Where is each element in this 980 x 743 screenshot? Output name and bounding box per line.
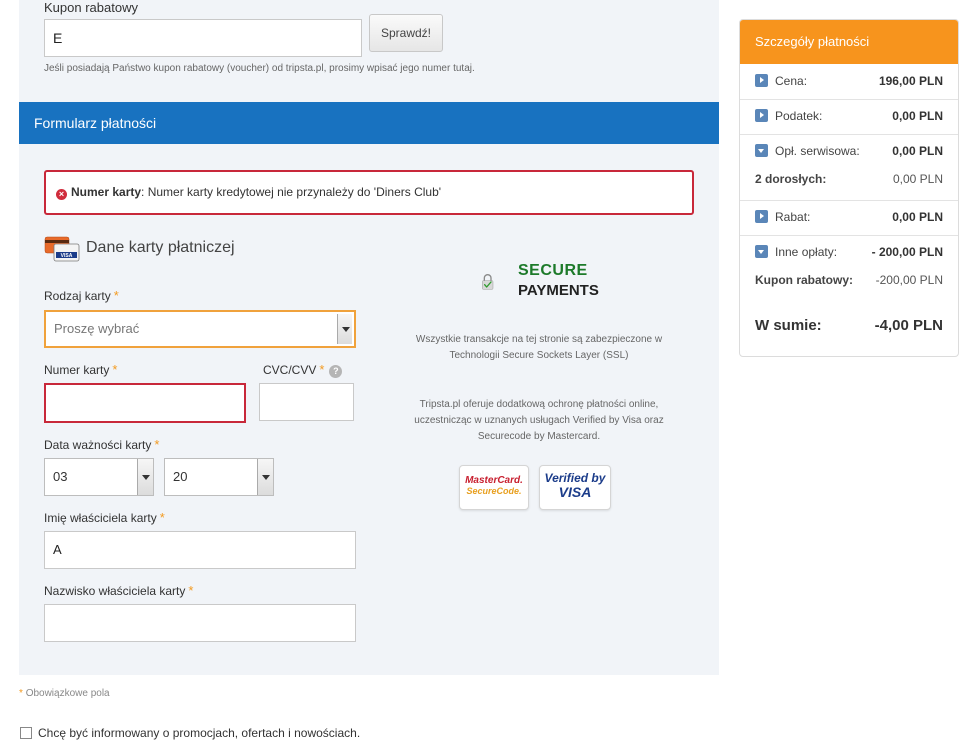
card-number-input[interactable] — [44, 383, 246, 423]
required-star: * — [319, 362, 325, 377]
credit-card-icon: VISA — [44, 236, 80, 262]
coupon-input[interactable]: E — [44, 19, 362, 57]
error-field-name: Numer karty — [71, 185, 142, 199]
secure-title: SECURE — [518, 262, 588, 279]
chevron-down-icon[interactable] — [755, 144, 768, 157]
expiry-year-value: 20 — [173, 469, 188, 484]
coupon-hint: Jeśli posiadają Państwo kupon rabatowy (… — [44, 63, 475, 74]
cvc-input[interactable] — [259, 383, 354, 421]
newsletter-checkbox[interactable] — [20, 727, 32, 739]
payments-title: PAYMENTS — [518, 282, 599, 299]
card-icon-brand: VISA — [61, 253, 73, 259]
required-fields-note: * Obowiązkowe pola — [19, 688, 110, 699]
newsletter-label: Chcę być informowany o promocjach, ofert… — [38, 726, 361, 740]
visa-line2: VISA — [558, 484, 592, 500]
padlock-icon — [482, 274, 494, 290]
card-type-selected: Proszę wybrać — [54, 321, 140, 336]
first-name-input[interactable]: A — [44, 531, 356, 569]
expiry-year-select[interactable]: 20 — [164, 458, 274, 496]
chevron-down-icon[interactable] — [137, 459, 153, 495]
mastercard-securecode-badge: MasterCard. SecureCode. — [459, 465, 529, 510]
card-number-error: × Numer karty: Numer karty kredytowej nie… — [44, 170, 694, 215]
ssl-description: Wszystkie transakcje na tej stronie są z… — [415, 334, 663, 361]
required-star: * — [19, 688, 23, 699]
last-name-input[interactable] — [44, 604, 356, 642]
required-star: * — [159, 510, 165, 525]
chevron-right-icon[interactable] — [755, 210, 768, 223]
required-star: * — [112, 362, 118, 377]
chevron-right-icon[interactable] — [755, 109, 768, 122]
chevron-down-icon[interactable] — [337, 314, 352, 344]
last-name-label: Nazwisko właściciela karty * — [44, 583, 194, 598]
help-icon[interactable]: ? — [329, 365, 343, 378]
payment-form-header: Formularz płatności — [19, 102, 719, 144]
visa-line1: Verified by — [544, 471, 606, 485]
mastercard-line1: MasterCard. — [465, 475, 523, 486]
error-message: : Numer karty kredytowej nie przynależy … — [141, 185, 442, 199]
chevron-right-icon[interactable] — [755, 74, 768, 87]
mastercard-line2: SecureCode. — [466, 486, 522, 496]
expiry-month-select[interactable]: 03 — [44, 458, 154, 496]
newsletter-checkbox-row[interactable]: Chcę być informowany o promocjach, ofert… — [20, 726, 360, 740]
payment-details-panel: Szczegóły płatności Cena: 196,00 PLN Pod… — [739, 19, 959, 357]
chevron-down-icon[interactable] — [755, 245, 768, 258]
required-star: * — [154, 437, 160, 452]
check-coupon-button[interactable]: Sprawdź! — [369, 14, 443, 52]
card-type-label: Rodzaj karty * — [44, 288, 119, 303]
chevron-down-icon[interactable] — [257, 459, 273, 495]
card-number-label: Numer karty * — [44, 362, 118, 377]
verified-by-visa-badge: Verified by VISA — [539, 465, 611, 510]
secure-services-description: Tripsta.pl oferuje dodatkową ochronę pła… — [414, 399, 664, 442]
card-section-title: Dane karty płatniczej — [86, 239, 235, 256]
required-star: * — [113, 288, 119, 303]
expiry-label: Data ważności karty * — [44, 437, 160, 452]
payment-details-title: Szczegóły płatności — [740, 20, 958, 64]
coupon-label: Kupon rabatowy — [44, 0, 138, 15]
card-type-select[interactable]: Proszę wybrać — [44, 310, 356, 348]
first-name-label: Imię właściciela karty * — [44, 510, 165, 525]
expiry-month-value: 03 — [53, 469, 68, 484]
cvc-label: CVC/CVV *? — [263, 362, 343, 378]
required-star: * — [188, 583, 194, 598]
error-icon: × — [56, 189, 67, 200]
